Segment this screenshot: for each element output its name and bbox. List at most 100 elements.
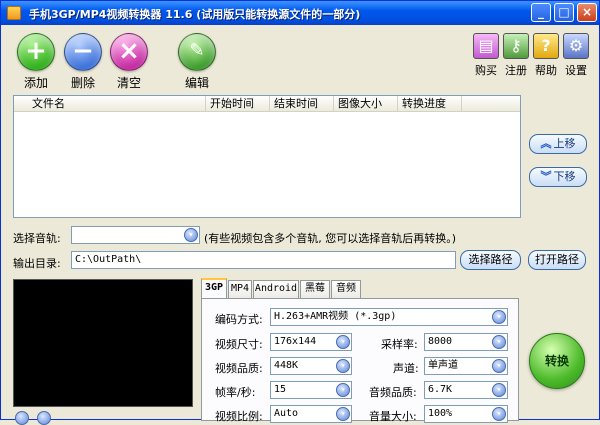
aspect-value: Auto [274,408,299,419]
sample-rate-label: 采样率: [381,338,418,351]
audio-quality-value: 6.7K [428,384,453,395]
move-up-button[interactable]: ︽ 上移 [529,134,587,154]
chevron-down-icon: ▾ [492,335,506,349]
window-title: 手机3GP/MP4视频转换器 11.6 (试用版只能转换源文件的一部分) [29,8,361,21]
chevron-down-icon: ▾ [336,335,350,349]
delete-button[interactable]: − 删除 [58,33,108,91]
tab-android[interactable]: Android [253,280,299,298]
settings-label: 设置 [565,64,587,77]
column-start-time[interactable]: 开始时间 [206,96,270,112]
chevron-down-icon: ▾ [336,359,350,373]
move-down-label: 下移 [553,170,576,183]
tab-3gp[interactable]: 3GP [201,278,227,298]
tab-blackberry[interactable]: 黑莓 [300,280,330,298]
audio-track-label: 选择音轨: [13,232,61,245]
aspect-label: 视频比例: [215,410,263,423]
chevron-down-icon: ▾ [492,407,506,421]
video-preview [13,279,193,407]
double-chevron-down-icon: ︾ [540,170,552,183]
settings-button[interactable]: ⚙ 设置 [559,33,593,78]
pause-icon[interactable] [37,411,51,425]
open-path-button[interactable]: 打开路径 [528,250,586,270]
fps-select[interactable]: 15 ▾ [270,381,352,399]
output-dir-field[interactable]: C:\OutPath\ [71,251,456,269]
chevron-down-icon: ▾ [492,359,506,373]
codec-value: H.263+AMR视频 (*.3gp) [274,311,397,322]
sample-rate-select[interactable]: 8000 ▾ [424,333,508,351]
codec-select[interactable]: H.263+AMR视频 (*.3gp) ▾ [270,308,508,326]
video-size-value: 176x144 [274,336,317,347]
help-button[interactable]: ? 帮助 [529,33,563,78]
column-image-size[interactable]: 图像大小 [334,96,398,112]
format-settings-panel: 编码方式: H.263+AMR视频 (*.3gp) ▾ 视频尺寸: 176x14… [201,298,519,423]
file-list[interactable]: 文件名 开始时间 结束时间 图像大小 转换进度 [13,95,521,218]
help-label: 帮助 [535,64,557,77]
aspect-select[interactable]: Auto ▾ [270,405,352,423]
key-icon: ⚷ [503,33,529,59]
audio-track-select[interactable]: ▾ [71,226,200,244]
register-button[interactable]: ⚷ 注册 [499,33,533,78]
edit-button[interactable]: ✎ 编辑 [172,33,222,91]
column-end-time[interactable]: 结束时间 [270,96,334,112]
plus-icon: + [17,33,55,71]
chevron-down-icon: ▾ [492,310,506,324]
clear-label: 清空 [116,76,141,90]
x-icon: × [110,33,148,71]
sample-rate-value: 8000 [428,336,453,347]
app-window: 手机3GP/MP4视频转换器 11.6 (试用版只能转换源文件的一部分) _ □… [0,0,600,425]
volume-select[interactable]: 100% ▾ [424,405,508,423]
title-bar: 手机3GP/MP4视频转换器 11.6 (试用版只能转换源文件的一部分) _ □… [1,1,599,25]
edit-icon: ✎ [178,33,216,71]
add-button[interactable]: + 添加 [11,33,61,91]
chevron-down-icon: ▾ [336,383,350,397]
file-list-header: 文件名 开始时间 结束时间 图像大小 转换进度 [14,96,520,112]
audio-quality-select[interactable]: 6.7K ▾ [424,381,508,399]
move-up-label: 上移 [553,137,576,150]
play-icon[interactable] [15,411,29,425]
chevron-down-icon: ▾ [492,383,506,397]
edit-label: 编辑 [184,76,209,90]
audio-track-hint: (有些视频包含多个音轨, 您可以选择音轨后再转换。) [204,232,457,245]
chevron-down-icon: ▾ [336,407,350,421]
fps-value: 15 [274,384,287,395]
channel-select[interactable]: 单声道 ▾ [424,357,508,375]
tab-audio[interactable]: 音频 [331,280,361,298]
buy-button[interactable]: ▤ 购买 [469,33,503,78]
video-quality-label: 视频品质: [215,362,263,375]
close-button[interactable]: × [577,3,597,22]
volume-label: 音量大小: [369,410,417,423]
video-quality-select[interactable]: 448K ▾ [270,357,352,375]
app-icon [7,6,21,20]
clear-button[interactable]: × 清空 [104,33,154,91]
column-filename[interactable]: 文件名 [14,96,206,112]
video-quality-value: 448K [274,360,299,371]
add-label: 添加 [23,76,48,90]
minimize-button[interactable]: _ [531,3,551,22]
choose-path-button[interactable]: 选择路径 [460,250,521,270]
output-dir-label: 输出目录: [13,257,61,270]
column-progress[interactable]: 转换进度 [398,96,462,112]
delete-label: 删除 [70,76,95,90]
move-down-button[interactable]: ︾ 下移 [529,167,587,187]
tools-icon: ⚙ [563,33,589,59]
convert-button[interactable]: 转换 [529,333,585,389]
help-icon: ? [533,33,559,59]
register-label: 注册 [505,64,527,77]
audio-quality-label: 音频品质: [369,386,417,399]
convert-label: 转换 [544,354,569,368]
channel-label: 声道: [393,362,419,375]
minus-icon: − [64,33,102,71]
chevron-down-icon: ▾ [184,228,198,242]
video-size-select[interactable]: 176x144 ▾ [270,333,352,351]
double-chevron-up-icon: ︽ [540,137,552,150]
volume-value: 100% [428,408,453,419]
output-dir-value: C:\OutPath\ [75,254,142,265]
buy-label: 购买 [475,64,497,77]
cart-icon: ▤ [473,33,499,59]
channel-value: 单声道 [428,360,458,371]
maximize-button[interactable]: □ [554,3,574,22]
codec-label: 编码方式: [215,313,263,326]
video-size-label: 视频尺寸: [215,338,263,351]
tab-mp4[interactable]: MP4 [228,280,252,298]
fps-label: 帧率/秒: [215,386,256,399]
